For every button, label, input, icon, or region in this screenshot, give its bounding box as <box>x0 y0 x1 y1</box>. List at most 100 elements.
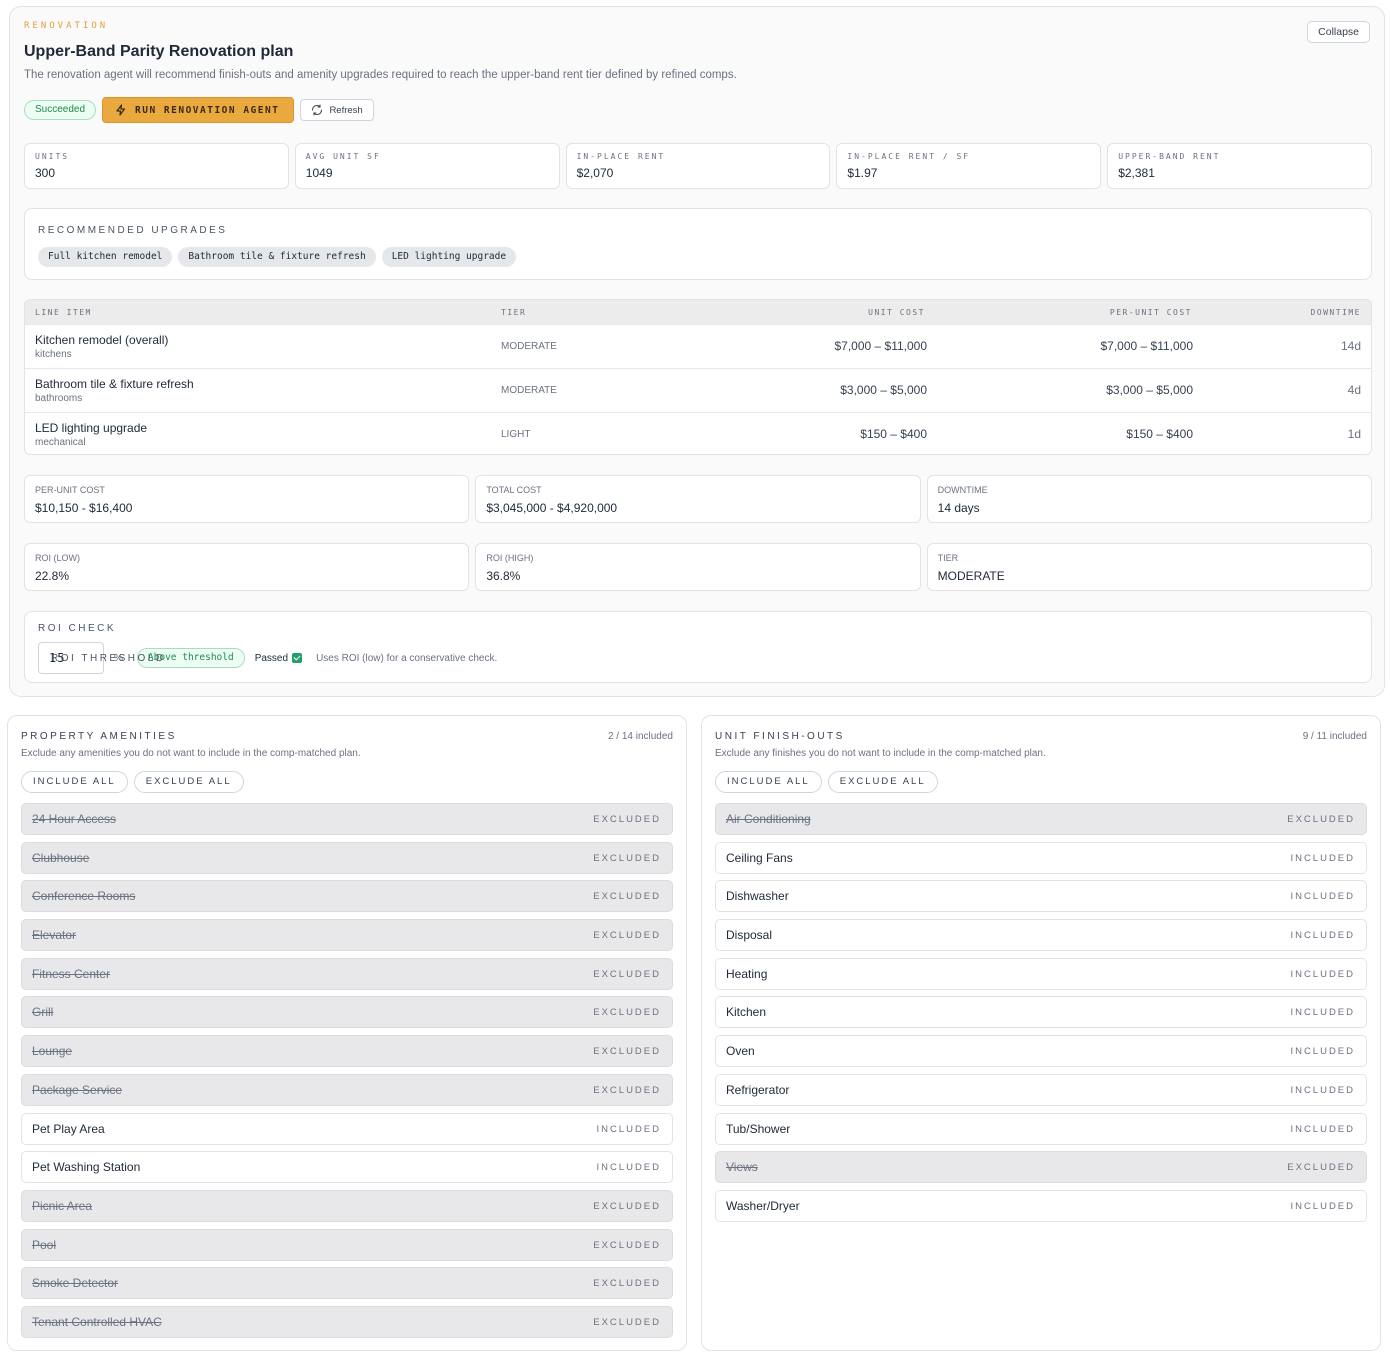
list-item[interactable]: Heating INCLUDED <box>715 957 1367 990</box>
line-item-name: Kitchen remodel (overall) <box>35 333 169 347</box>
summary-label: ROI (HIGH) <box>486 553 534 563</box>
finishes-bulk-actions: INCLUDE ALL EXCLUDE ALL <box>715 771 938 793</box>
upgrade-chip: Full kitchen remodel <box>38 247 173 267</box>
line-items-table: LINE ITEM TIER UNIT COST PER-UNIT COST D… <box>24 299 1372 455</box>
downtime-cell: 1d <box>1347 427 1361 441</box>
list-item-name: Package Service <box>32 1082 123 1097</box>
collapse-button[interactable]: Collapse <box>1307 21 1370 43</box>
recommended-upgrades-card: RECOMMENDED UPGRADES Full kitchen remode… <box>24 208 1372 280</box>
cost-summary-row: PER-UNIT COST $10,150 - $16,400 TOTAL CO… <box>24 475 1372 523</box>
inclusion-status: EXCLUDED <box>593 1316 661 1328</box>
list-item[interactable]: 24 Hour Access EXCLUDED <box>21 803 673 835</box>
list-item-name: Oven <box>726 1044 755 1059</box>
list-item[interactable]: Fitness Center EXCLUDED <box>21 957 673 990</box>
run-renovation-agent-button[interactable]: RUN RENOVATION AGENT <box>102 97 295 123</box>
list-item[interactable]: Conference Rooms EXCLUDED <box>21 880 673 913</box>
inclusion-status: INCLUDED <box>1290 891 1355 903</box>
summary-value: MODERATE <box>937 569 1005 583</box>
list-item[interactable]: Smoke Detector EXCLUDED <box>21 1267 673 1300</box>
inclusion-status: EXCLUDED <box>593 852 661 864</box>
summary-card-per-unit-cost: PER-UNIT COST $10,150 - $16,400 <box>24 475 470 523</box>
inclusion-status: INCLUDED <box>1290 1123 1355 1135</box>
unit-cost-cell: $3,000 – $5,000 <box>840 383 927 397</box>
metric-label: IN-PLACE RENT <box>576 152 666 161</box>
list-item[interactable]: Disposal INCLUDED <box>715 919 1367 952</box>
list-item-name: Clubhouse <box>32 850 90 865</box>
list-item[interactable]: Elevator EXCLUDED <box>21 919 673 952</box>
line-item-name: LED lighting upgrade <box>35 421 148 435</box>
list-item-name: Tenant Controlled HVAC <box>32 1314 162 1329</box>
exclude-all-button[interactable]: EXCLUDE ALL <box>827 771 938 793</box>
metric-value: $1.97 <box>847 166 878 180</box>
list-item-name: Air Conditioning <box>726 812 811 826</box>
list-item[interactable]: Pet Play Area INCLUDED <box>21 1112 673 1145</box>
finishes-count: 9 / 11 included <box>1302 731 1367 742</box>
list-item-name: Picnic Area <box>32 1198 93 1213</box>
list-item-name: Fitness Center <box>32 966 111 981</box>
summary-value: $10,150 - $16,400 <box>35 501 133 515</box>
lightning-icon <box>116 104 126 116</box>
list-item[interactable]: Clubhouse EXCLUDED <box>21 841 673 874</box>
metric-label: UNITS <box>35 152 70 161</box>
list-item[interactable]: Grill EXCLUDED <box>21 996 673 1029</box>
passed-label: Passed <box>254 652 289 664</box>
summary-card-tier: TIER MODERATE <box>926 543 1372 591</box>
metric-label: UPPER-BAND RENT <box>1118 152 1221 161</box>
refresh-icon <box>312 104 323 116</box>
line-item-cell: Kitchen remodel (overall) kitchens <box>35 333 168 360</box>
metrics-row: UNITS 300 AVG UNIT SF 1049 IN-PLACE RENT… <box>24 143 1372 189</box>
line-item-category: bathrooms <box>35 393 83 404</box>
list-item-name: 24 Hour Access <box>32 812 117 826</box>
line-item-cell: Bathroom tile & fixture refresh bathroom… <box>35 377 194 404</box>
refresh-button[interactable]: Refresh <box>300 99 374 121</box>
list-item-name: Kitchen <box>726 1005 767 1020</box>
list-item[interactable]: Refrigerator INCLUDED <box>715 1073 1367 1106</box>
per-unit-cost-cell: $3,000 – $5,000 <box>1106 383 1193 397</box>
list-item[interactable]: Pool EXCLUDED <box>21 1228 673 1261</box>
summary-label: ROI (LOW) <box>35 553 80 563</box>
list-item-name: Ceiling Fans <box>726 850 793 865</box>
list-item-name: Elevator <box>32 928 77 943</box>
include-all-button[interactable]: INCLUDE ALL <box>715 771 822 793</box>
metric-value: $2,381 <box>1118 166 1155 180</box>
list-item[interactable]: Kitchen INCLUDED <box>715 996 1367 1029</box>
list-item-name: Refrigerator <box>726 1082 790 1097</box>
list-item[interactable]: Package Service EXCLUDED <box>21 1073 673 1106</box>
list-item[interactable]: Tenant Controlled HVAC EXCLUDED <box>21 1305 673 1338</box>
list-item[interactable]: Tub/Shower INCLUDED <box>715 1112 1367 1145</box>
list-item-name: Pool <box>32 1237 57 1252</box>
list-item[interactable]: Washer/Dryer INCLUDED <box>715 1189 1367 1222</box>
col-header-line-item: LINE ITEM <box>35 308 92 317</box>
list-item[interactable]: Lounge EXCLUDED <box>21 1035 673 1068</box>
inclusion-status: EXCLUDED <box>1287 1162 1355 1174</box>
list-item[interactable]: Air Conditioning EXCLUDED <box>715 803 1367 835</box>
metric-card-in-place-rent-sf: IN-PLACE RENT / SF $1.97 <box>836 143 1102 189</box>
page-subtitle: The renovation agent will recommend fini… <box>24 69 737 81</box>
list-item[interactable]: Dishwasher INCLUDED <box>715 880 1367 913</box>
inclusion-status: INCLUDED <box>1290 1084 1355 1096</box>
inclusion-status: INCLUDED <box>1290 968 1355 980</box>
summary-value: 36.8% <box>486 569 521 583</box>
table-row: LED lighting upgrade mechanical LIGHT $1… <box>25 412 1371 454</box>
table-header: LINE ITEM TIER UNIT COST PER-UNIT COST D… <box>25 300 1371 324</box>
inclusion-status: INCLUDED <box>1290 1046 1355 1058</box>
check-icon <box>292 653 303 663</box>
list-item[interactable]: Ceiling Fans INCLUDED <box>715 841 1367 874</box>
line-item-cell: LED lighting upgrade mechanical <box>35 421 147 448</box>
list-item[interactable]: Pet Washing Station INCLUDED <box>21 1151 673 1184</box>
run-renovation-agent-label: RUN RENOVATION AGENT <box>135 104 280 116</box>
section-eyebrow: RENOVATION <box>24 21 109 31</box>
include-all-button[interactable]: INCLUDE ALL <box>21 771 128 793</box>
exclude-all-button[interactable]: EXCLUDE ALL <box>133 771 244 793</box>
inclusion-status: EXCLUDED <box>593 1007 661 1019</box>
list-item[interactable]: Oven INCLUDED <box>715 1035 1367 1068</box>
roi-check-card: ROI CHECK ROI THRESHOLD % Above threshol… <box>24 611 1372 683</box>
inclusion-status: INCLUDED <box>596 1123 661 1135</box>
list-item[interactable]: Views EXCLUDED <box>715 1151 1367 1184</box>
list-item-name: Lounge <box>32 1044 73 1059</box>
table-row: Bathroom tile & fixture refresh bathroom… <box>25 368 1371 412</box>
roi-summary-row: ROI (LOW) 22.8% ROI (HIGH) 36.8% TIER MO… <box>24 543 1372 591</box>
summary-label: DOWNTIME <box>937 485 988 495</box>
summary-value: 22.8% <box>35 569 70 583</box>
list-item[interactable]: Picnic Area EXCLUDED <box>21 1189 673 1222</box>
